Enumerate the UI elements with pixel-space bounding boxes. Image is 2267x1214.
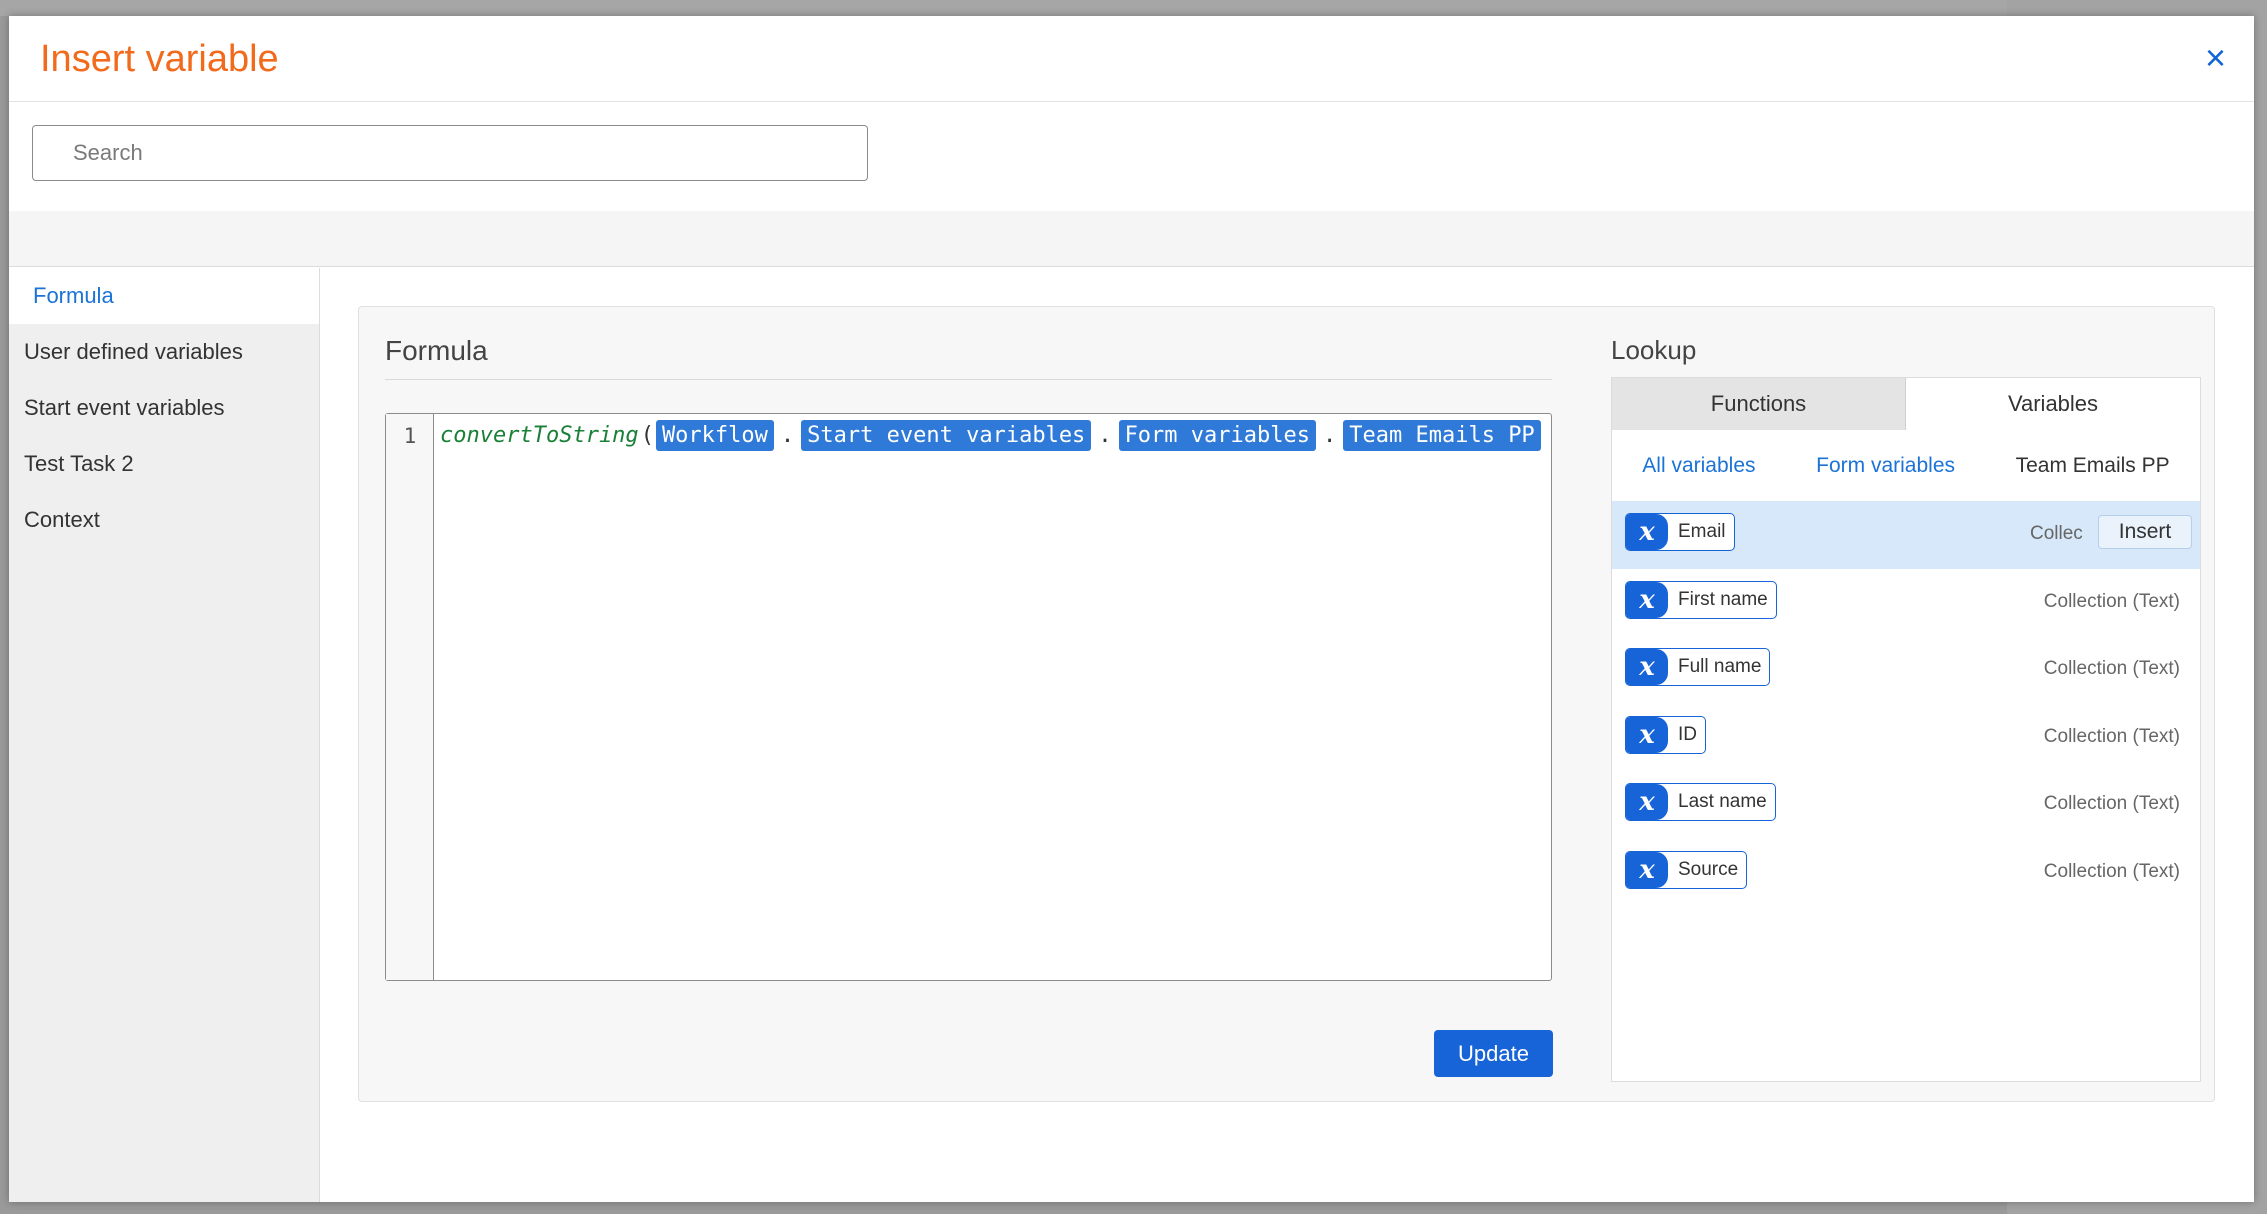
tab-functions[interactable]: Functions	[1612, 378, 1906, 430]
variable-type: Collection (Text)	[2043, 860, 2180, 882]
insert-variable-dialog: Insert variable × Formula User defined v…	[9, 16, 2254, 1202]
tab-variables[interactable]: Variables	[1906, 378, 2200, 430]
path-chip-team-emails-pp[interactable]: Team Emails PP	[1343, 420, 1541, 451]
path-chip-start-event-variables[interactable]: Start event variables	[801, 420, 1092, 451]
variable-row-full-name[interactable]: x Full name Collection (Text)	[1612, 636, 2200, 704]
variable-chip[interactable]: x Source	[1625, 850, 1748, 889]
variable-icon: x	[1626, 784, 1668, 820]
variable-name: Email	[1678, 521, 1726, 542]
variable-name: ID	[1678, 723, 1697, 745]
variable-type: Collection (Text)	[2043, 725, 2180, 747]
editor-gutter: 1	[386, 414, 434, 980]
path-chip-form-variables[interactable]: Form variables	[1118, 420, 1316, 451]
variable-type: Collection (Text)	[2043, 793, 2180, 814]
breadcrumb-form-variables[interactable]: Form variables	[1816, 454, 1955, 478]
variable-icon: x	[1626, 581, 1668, 618]
variable-type: Collection (Text)	[2043, 658, 2180, 679]
toolbar-band	[9, 211, 2254, 267]
variable-icon: x	[1626, 851, 1668, 888]
insert-button[interactable]: Insert	[2098, 515, 2192, 549]
variable-name: First name	[1678, 588, 1768, 610]
formula-panel: Formula 1 convertToString ( Workflow . S…	[358, 306, 2215, 1102]
variable-icon: x	[1626, 514, 1668, 550]
lookup-tabs: Functions Variables	[1612, 378, 2200, 430]
variable-type: Collection (Text)	[2043, 590, 2180, 612]
breadcrumb-all-variables[interactable]: All variables	[1642, 454, 1755, 478]
formula-editor[interactable]: 1 convertToString ( Workflow . Start eve…	[385, 413, 1552, 981]
formula-divider	[385, 379, 1552, 380]
variable-row-last-name[interactable]: x Last name Collection (Text)	[1612, 771, 2200, 839]
breadcrumb-team-emails-pp: Team Emails PP	[2015, 454, 2170, 477]
close-icon[interactable]: ×	[2205, 40, 2226, 76]
path-separator: .	[1098, 423, 1112, 448]
background-topbar	[0, 0, 2267, 16]
variable-row-source[interactable]: x Source Collection (Text)	[1612, 839, 2200, 907]
path-separator: .	[780, 423, 795, 448]
search-input[interactable]	[32, 125, 868, 181]
lookup-panel: Functions Variables All variables Form v…	[1611, 377, 2201, 1082]
sidebar-item-formula[interactable]: Formula	[9, 268, 319, 324]
formula-heading: Formula	[385, 335, 488, 366]
path-separator: .	[1323, 423, 1337, 448]
function-token: convertToString	[440, 423, 639, 448]
code-line[interactable]: convertToString ( Workflow . Start event…	[440, 420, 1541, 451]
sidebar-item-context[interactable]: Context	[9, 492, 319, 548]
variable-chip[interactable]: x ID	[1625, 715, 1706, 754]
variable-chip[interactable]: x Full name	[1625, 648, 1771, 686]
update-button[interactable]: Update	[1434, 1030, 1553, 1077]
variable-chip[interactable]: x Email	[1625, 513, 1735, 551]
lookup-heading: Lookup	[1611, 335, 1697, 365]
variable-icon: x	[1626, 649, 1668, 685]
dialog-title: Insert variable	[40, 38, 279, 80]
sidebar-item-test-task-2[interactable]: Test Task 2	[9, 436, 319, 492]
sidebar-item-start-event-variables[interactable]: Start event variables	[9, 380, 319, 436]
variable-name: Last name	[1678, 791, 1767, 812]
dialog-header: Insert variable ×	[9, 16, 2254, 102]
open-paren: (	[640, 423, 654, 448]
variable-type: Collec	[2030, 523, 2083, 544]
line-number: 1	[403, 424, 417, 448]
variable-list: x Email Collec Insert x First name Colle…	[1612, 501, 2200, 906]
variable-icon: x	[1626, 716, 1668, 753]
path-chip-workflow[interactable]: Workflow	[655, 420, 774, 451]
variable-chip[interactable]: x Last name	[1625, 783, 1776, 821]
variable-row-email[interactable]: x Email Collec Insert	[1612, 501, 2200, 569]
variable-chip[interactable]: x First name	[1625, 580, 1777, 619]
variable-name: Source	[1678, 858, 1739, 880]
variable-name: Full name	[1678, 656, 1762, 677]
sidebar: Formula User defined variables Start eve…	[9, 268, 320, 1202]
variable-breadcrumb: All variables Form variables Team Emails…	[1612, 446, 2200, 486]
variable-row-id[interactable]: x ID Collection (Text)	[1612, 704, 2200, 772]
sidebar-item-user-defined-variables[interactable]: User defined variables	[9, 324, 319, 380]
variable-row-first-name[interactable]: x First name Collection (Text)	[1612, 569, 2200, 637]
search-row	[9, 102, 2254, 228]
